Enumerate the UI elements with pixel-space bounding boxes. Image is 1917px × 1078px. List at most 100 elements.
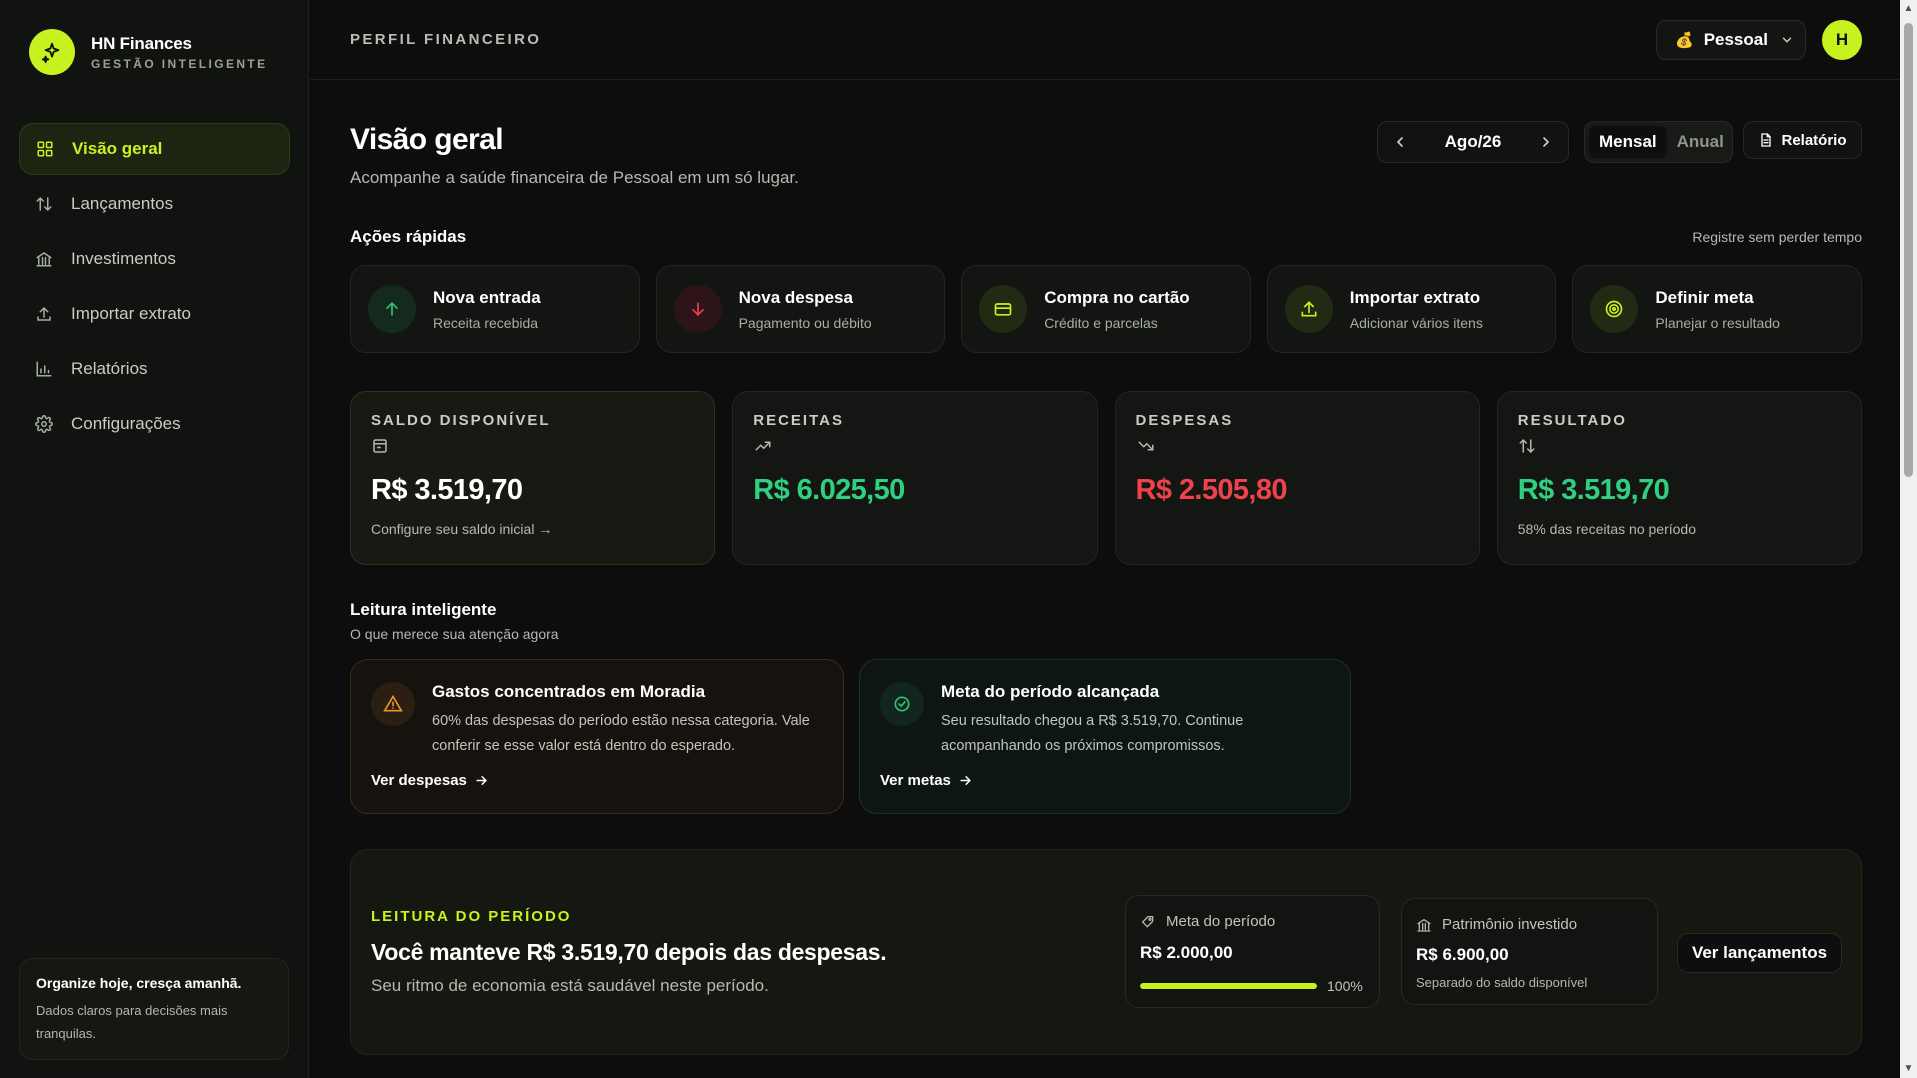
scroll-thumb[interactable] <box>1904 23 1913 477</box>
period-kicker: LEITURA DO PERÍODO <box>371 908 572 925</box>
ver-despesas-link[interactable]: Ver despesas <box>371 772 489 789</box>
insight-title: Meta do período alcançada <box>941 682 1160 701</box>
brand-subtitle: GESTÃO INTELIGENTE <box>91 56 268 71</box>
summary-card-saldo[interactable]: SALDO DISPONÍVEL R$ 3.519,70 Configure s… <box>350 391 716 565</box>
arrow-up-icon <box>368 285 416 333</box>
quick-action-title: Nova entrada <box>433 287 541 307</box>
insight-link-label: Ver despesas <box>371 772 467 789</box>
brand-title: HN Finances <box>91 33 192 53</box>
profile-select[interactable]: 💰 Pessoal <box>1656 20 1806 60</box>
sidebar-item-visao-geral[interactable]: Visão geral <box>19 123 290 175</box>
insight-card-moradia: Gastos concentrados em Moradia 60% das d… <box>350 659 844 814</box>
quick-action-definir-meta[interactable]: Definir meta Planejar o resultado <box>1572 265 1862 353</box>
page-title: Visão geral <box>350 123 504 156</box>
trend-down-icon <box>1136 437 1459 457</box>
promo-card: Organize hoje, cresça amanhã. Dados clar… <box>19 958 289 1060</box>
card-value: R$ 3.519,70 <box>1517 474 1670 506</box>
goal-progress-label: 100% <box>1327 978 1363 994</box>
quick-action-compra-cartao[interactable]: Compra no cartão Crédito e parcelas <box>961 265 1251 353</box>
chevron-down-icon <box>1780 33 1794 47</box>
goal-progress-bar <box>1140 983 1317 989</box>
page-scrollbar[interactable]: ▲ ▼ <box>1900 0 1917 1078</box>
chevron-left-icon[interactable] <box>1392 134 1408 150</box>
quick-action-title: Nova despesa <box>738 287 853 307</box>
card-note-link[interactable]: Configure seu saldo inicial → <box>371 521 694 537</box>
report-button[interactable]: Relatório <box>1743 121 1862 159</box>
quick-action-title: Compra no cartão <box>1044 287 1190 307</box>
quick-actions: Nova entrada Receita recebida Nova despe… <box>350 265 1862 353</box>
summary-card-despesas[interactable]: DESPESAS R$ 2.505,80 <box>1114 391 1480 565</box>
sidebar-item-label: Importar extrato <box>71 304 191 323</box>
goal-value: R$ 2.000,00 <box>1140 943 1233 962</box>
insight-text: Seu resultado chegou a R$ 3.519,70. Cont… <box>941 713 1244 754</box>
profile-select-label: Pessoal <box>1703 30 1768 49</box>
arrow-right-icon <box>958 773 973 788</box>
summary-card-resultado[interactable]: RESULTADO R$ 3.519,70 58% das receitas n… <box>1496 391 1862 565</box>
promo-text: Dados claros para decisões mais tranquil… <box>36 1003 228 1041</box>
trend-up-icon <box>753 437 1076 457</box>
sidebar-item-label: Relatórios <box>71 359 148 378</box>
avatar[interactable]: H <box>1822 20 1862 60</box>
insights-title: Leitura inteligente <box>350 600 497 619</box>
sidebar-item-label: Configurações <box>71 414 181 433</box>
insight-card-meta: Meta do período alcançada Seu resultado … <box>859 659 1351 814</box>
summary-card-receitas[interactable]: RECEITAS R$ 6.025,50 <box>732 391 1098 565</box>
ver-metas-link[interactable]: Ver metas <box>880 772 973 789</box>
arrow-right-icon <box>474 773 489 788</box>
card-note: 58% das receitas no período <box>1517 521 1696 537</box>
report-button-label: Relatório <box>1781 131 1847 149</box>
arrows-up-down-icon <box>34 194 54 214</box>
period-subtitle: Seu ritmo de economia está saudável nest… <box>371 976 769 995</box>
card-value: R$ 3.519,70 <box>371 474 523 506</box>
scroll-down-icon[interactable]: ▼ <box>1903 1064 1914 1074</box>
target-icon <box>1590 285 1639 333</box>
card-label: DESPESAS <box>1135 412 1234 429</box>
sidebar-item-label: Lançamentos <box>71 194 174 213</box>
insight-link-label: Ver metas <box>880 772 951 789</box>
ver-lancamentos-button[interactable]: Ver lançamentos <box>1677 933 1842 973</box>
sparkle-logo-icon <box>29 29 75 75</box>
quick-actions-title: Ações rápidas <box>350 227 467 246</box>
summary-cards: SALDO DISPONÍVEL R$ 3.519,70 Configure s… <box>350 391 1862 565</box>
sidebar-item-importar-extrato[interactable]: Importar extrato <box>19 288 290 340</box>
document-icon <box>1758 132 1774 148</box>
period-label: Ago/26 <box>1444 132 1502 151</box>
chevron-right-icon[interactable] <box>1538 134 1554 150</box>
goal-label: Meta do período <box>1166 913 1276 930</box>
assets-value: R$ 6.900,00 <box>1416 945 1509 964</box>
arrow-down-icon <box>673 285 722 333</box>
sidebar-item-lancamentos[interactable]: Lançamentos <box>19 178 290 230</box>
view-toggle: Mensal Anual <box>1584 121 1733 163</box>
insight-text: 60% das despesas do período estão nessa … <box>432 713 810 754</box>
card-label: SALDO DISPONÍVEL <box>371 412 551 429</box>
sidebar-item-label: Visão geral <box>72 139 163 158</box>
quick-action-nova-entrada[interactable]: Nova entrada Receita recebida <box>350 265 640 353</box>
sidebar-item-investimentos[interactable]: Investimentos <box>19 233 290 285</box>
money-bag-icon: 💰 <box>1675 32 1694 49</box>
view-option-mensal[interactable]: Mensal <box>1589 126 1667 158</box>
card-value: R$ 6.025,50 <box>753 474 905 506</box>
goal-box: Meta do período R$ 2.000,00 100% <box>1125 895 1380 1008</box>
brand[interactable]: HN Finances GESTÃO INTELIGENTE <box>29 29 268 75</box>
wallet-icon <box>371 437 694 457</box>
warning-icon <box>371 682 415 726</box>
topbar: PERFIL FINANCEIRO 💰 Pessoal H <box>310 0 1900 80</box>
card-label: RECEITAS <box>753 412 844 429</box>
grid-icon <box>35 139 55 159</box>
insights-subtitle: O que merece sua atenção agora <box>350 626 559 642</box>
arrows-up-down-icon <box>1518 437 1841 457</box>
quick-action-importar-extrato[interactable]: Importar extrato Adicionar vários itens <box>1266 265 1557 353</box>
card-label: RESULTADO <box>1517 412 1627 429</box>
sidebar-item-relatorios[interactable]: Relatórios <box>19 343 290 395</box>
scroll-up-icon[interactable]: ▲ <box>1903 4 1914 14</box>
quick-action-title: Definir meta <box>1655 287 1754 307</box>
view-option-anual[interactable]: Anual <box>1667 126 1734 158</box>
quick-action-nova-despesa[interactable]: Nova despesa Pagamento ou débito <box>655 265 946 353</box>
sidebar: HN Finances GESTÃO INTELIGENTE Visão ger… <box>0 0 309 1078</box>
assets-label: Patrimônio investido <box>1442 916 1578 933</box>
goal-progress-fill <box>1140 983 1317 989</box>
assets-note: Separado do saldo disponível <box>1416 975 1588 990</box>
promo-title: Organize hoje, cresça amanhã. <box>36 975 242 991</box>
quick-action-subtitle: Planejar o resultado <box>1655 314 1780 331</box>
sidebar-item-configuracoes[interactable]: Configurações <box>19 398 290 450</box>
